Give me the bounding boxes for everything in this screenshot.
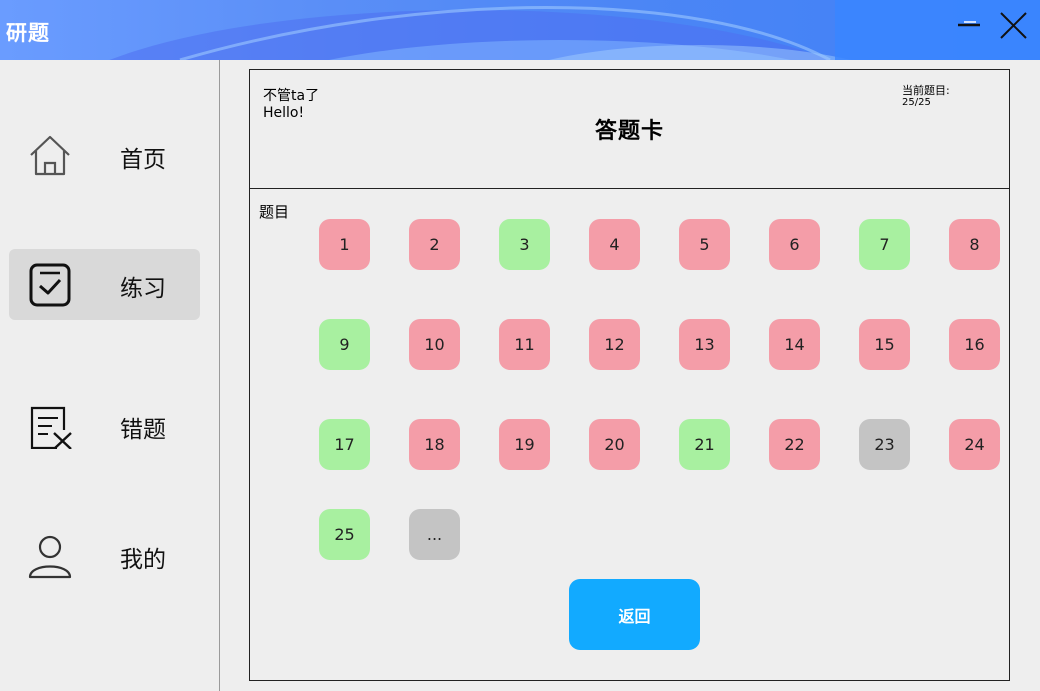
sidebar-item-label: 错题 — [120, 417, 166, 443]
practice-check-icon — [29, 263, 71, 307]
back-button[interactable]: 返回 — [569, 579, 700, 650]
sidebar-item-label: 练习 — [120, 276, 166, 302]
question-button[interactable]: ... — [409, 509, 460, 560]
sidebar: 首页 练习 错题 我的 — [0, 60, 220, 691]
user-icon — [28, 535, 72, 579]
question-button[interactable]: 11 — [499, 319, 550, 370]
page-title: 答题卡 — [594, 119, 664, 144]
question-button[interactable]: 8 — [949, 219, 1000, 270]
question-button[interactable]: 20 — [589, 419, 640, 470]
question-button[interactable]: 21 — [679, 419, 730, 470]
question-button[interactable]: 10 — [409, 319, 460, 370]
question-button[interactable]: 24 — [949, 419, 1000, 470]
answer-card-panel: 不管ta了 Hello! 答题卡 当前题目: 25/25 题目 12345678… — [249, 69, 1010, 681]
questions-section-label: 题目 — [259, 203, 290, 221]
question-button[interactable]: 22 — [769, 419, 820, 470]
minimize-icon[interactable] — [956, 10, 986, 40]
question-button[interactable]: 1 — [319, 219, 370, 270]
question-button[interactable]: 14 — [769, 319, 820, 370]
question-button[interactable]: 5 — [679, 219, 730, 270]
sidebar-item-label: 首页 — [120, 147, 166, 173]
answer-card-header: 不管ta了 Hello! 答题卡 当前题目: 25/25 — [250, 70, 1009, 189]
question-button[interactable]: 12 — [589, 319, 640, 370]
title-bar: 研题 — [0, 0, 1040, 60]
question-button[interactable]: 6 — [769, 219, 820, 270]
question-button[interactable]: 16 — [949, 319, 1000, 370]
question-button[interactable]: 4 — [589, 219, 640, 270]
question-button[interactable]: 25 — [319, 509, 370, 560]
sidebar-item-practice[interactable]: 练习 — [9, 249, 200, 320]
sidebar-item-label: 我的 — [120, 547, 166, 573]
app-title: 研题 — [6, 21, 50, 45]
home-icon — [30, 135, 70, 176]
title-bar-decoration — [109, 0, 1040, 60]
question-button[interactable]: 15 — [859, 319, 910, 370]
current-question-value: 25/25 — [902, 97, 931, 108]
question-button[interactable]: 19 — [499, 419, 550, 470]
question-button[interactable]: 3 — [499, 219, 550, 270]
current-question-label: 当前题目: — [902, 84, 950, 97]
question-button[interactable]: 2 — [409, 219, 460, 270]
close-icon[interactable] — [998, 10, 1028, 40]
question-button[interactable]: 9 — [319, 319, 370, 370]
sidebar-item-home[interactable]: 首页 — [9, 120, 200, 191]
user-name: 不管ta了 — [263, 88, 320, 104]
question-button[interactable]: 18 — [409, 419, 460, 470]
question-button[interactable]: 23 — [859, 419, 910, 470]
question-button[interactable]: 17 — [319, 419, 370, 470]
wrong-questions-icon — [30, 406, 72, 449]
question-button[interactable]: 13 — [679, 319, 730, 370]
sidebar-item-profile[interactable]: 我的 — [9, 520, 200, 591]
sidebar-item-wrong-questions[interactable]: 错题 — [9, 390, 200, 461]
question-button[interactable]: 7 — [859, 219, 910, 270]
